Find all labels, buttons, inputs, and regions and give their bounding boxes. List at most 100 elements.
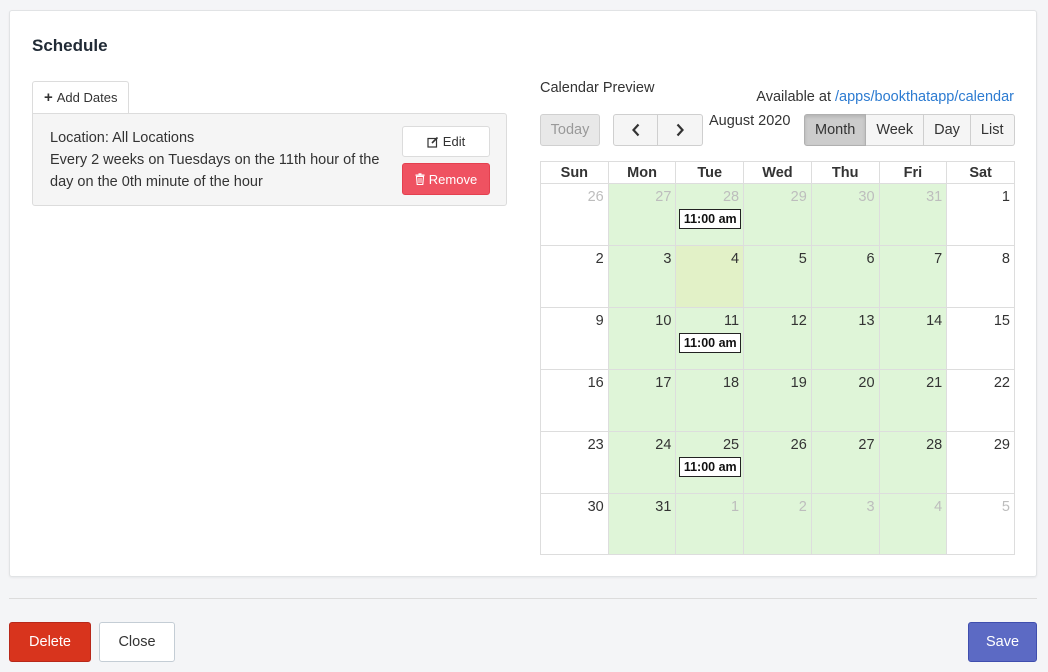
view-list-button[interactable]: List	[970, 114, 1015, 146]
calendar-day[interactable]: 10	[607, 307, 677, 370]
calendar-day[interactable]: 6	[810, 245, 880, 308]
calendar-day[interactable]: 15	[946, 307, 1015, 370]
day-number: 30	[587, 499, 604, 515]
add-dates-button[interactable]: + Add Dates	[32, 81, 130, 113]
add-dates-label: Add Dates	[56, 90, 118, 105]
calendar-day[interactable]: 21	[878, 369, 948, 432]
calendar-day[interactable]: 2	[540, 245, 609, 308]
calendar-day[interactable]: 11 11:00 am	[675, 307, 745, 370]
remove-label: Remove	[428, 171, 478, 187]
calendar-day[interactable]: 20	[810, 369, 880, 432]
calendar-day[interactable]: 14	[878, 307, 948, 370]
edit-button[interactable]: Edit	[402, 126, 490, 157]
rule-location: Location: All Locations	[50, 130, 195, 146]
calendar-day[interactable]: 9	[540, 307, 609, 370]
save-button[interactable]: Save	[968, 622, 1037, 662]
calendar-day[interactable]: 13	[810, 307, 880, 370]
calendar-day[interactable]: 29	[946, 431, 1015, 494]
day-number: 3	[663, 251, 672, 267]
calendar-day[interactable]: 30	[540, 493, 609, 555]
calendar-day[interactable]: 19	[743, 369, 812, 432]
day-number: 23	[587, 437, 604, 453]
day-number: 15	[993, 313, 1010, 329]
trash-icon	[415, 173, 425, 185]
calendar-day[interactable]: 4	[675, 245, 745, 308]
chevron-left-icon	[631, 123, 639, 137]
view-day-button[interactable]: Day	[924, 114, 971, 146]
calendar-day[interactable]: 16	[540, 369, 609, 432]
weekday-thu: Thu	[810, 161, 880, 184]
calendar-day[interactable]: 28 11:00 am	[675, 183, 745, 246]
calendar-week: 23 24 25 11:00 am 26 27 28 29	[540, 431, 1015, 494]
calendar-day[interactable]: 3	[607, 245, 677, 308]
remove-button[interactable]: Remove	[402, 163, 490, 195]
day-number: 26	[587, 189, 604, 205]
calendar-day[interactable]: 8	[946, 245, 1015, 308]
edit-label: Edit	[442, 134, 466, 149]
day-number: 26	[790, 437, 807, 453]
calendar-day[interactable]: 25 11:00 am	[675, 431, 745, 494]
calendar-day[interactable]: 12	[743, 307, 812, 370]
calendar-week: 26 27 28 11:00 am 29 30 31 1	[540, 183, 1015, 246]
calendar-day[interactable]: 23	[540, 431, 609, 494]
day-number: 27	[655, 189, 672, 205]
calendar-day[interactable]: 30	[810, 183, 880, 246]
calendar-day[interactable]: 24	[607, 431, 677, 494]
calendar-day[interactable]: 7	[878, 245, 948, 308]
calendar-day[interactable]: 22	[946, 369, 1015, 432]
prev-month-button[interactable]	[613, 114, 658, 146]
calendar-event[interactable]: 11:00 am	[679, 209, 742, 229]
available-prefix: Available at	[756, 89, 836, 105]
view-month-button[interactable]: Month	[804, 114, 867, 146]
calendar-day[interactable]: 27	[810, 431, 880, 494]
day-number: 6	[866, 251, 875, 267]
calendar-day[interactable]: 28	[878, 431, 948, 494]
calendar-day[interactable]: 1	[675, 493, 745, 555]
calendar-day[interactable]: 4	[878, 493, 948, 555]
calendar-grid: Sun Mon Tue Wed Thu Fri Sat 26 27 28 11:00 am 29 30…	[540, 161, 1015, 555]
calendar-day[interactable]: 26	[743, 431, 812, 494]
calendar-day[interactable]: 5	[743, 245, 812, 308]
calendar-event[interactable]: 11:00 am	[679, 333, 742, 353]
delete-button[interactable]: Delete	[9, 622, 91, 662]
calendar-day[interactable]: 17	[607, 369, 677, 432]
day-number: 28	[926, 437, 943, 453]
calendar-day[interactable]: 2	[743, 493, 812, 555]
chevron-right-icon	[676, 123, 684, 137]
day-number: 14	[926, 313, 943, 329]
calendar-link[interactable]: /apps/bookthatapp/calendar	[835, 89, 1014, 105]
day-number: 3	[866, 499, 875, 515]
calendar-day[interactable]: 29	[743, 183, 812, 246]
day-number: 30	[858, 189, 875, 205]
calendar-day[interactable]: 27	[607, 183, 677, 246]
day-number: 4	[731, 251, 740, 267]
day-number: 8	[1001, 251, 1010, 267]
day-number: 22	[993, 375, 1010, 391]
day-number: 9	[595, 313, 604, 329]
calendar-day[interactable]: 5	[946, 493, 1015, 555]
calendar-day[interactable]: 31	[878, 183, 948, 246]
calendar-week: 2 3 4 5 6 7 8	[540, 245, 1015, 308]
day-number: 19	[790, 375, 807, 391]
next-month-button[interactable]	[658, 114, 703, 146]
weekday-tue: Tue	[675, 161, 745, 184]
calendar-day[interactable]: 3	[810, 493, 880, 555]
day-number: 31	[655, 499, 672, 515]
day-number: 2	[595, 251, 604, 267]
day-number: 29	[790, 189, 807, 205]
day-number: 27	[858, 437, 875, 453]
calendar-day[interactable]: 1	[946, 183, 1015, 246]
weekday-sun: Sun	[540, 161, 609, 184]
calendar-day[interactable]: 26	[540, 183, 609, 246]
day-number: 25	[722, 437, 740, 453]
calendar-week: 16 17 18 19 20 21 22	[540, 369, 1015, 432]
today-button[interactable]: Today	[540, 114, 600, 146]
calendar-preview-label: Calendar Preview	[540, 80, 655, 96]
calendar-day[interactable]: 31	[607, 493, 677, 555]
day-number: 10	[655, 313, 672, 329]
calendar-event[interactable]: 11:00 am	[679, 457, 742, 477]
view-week-button[interactable]: Week	[866, 114, 925, 146]
close-button[interactable]: Close	[99, 622, 175, 662]
calendar-day[interactable]: 18	[675, 369, 745, 432]
weekday-sat: Sat	[946, 161, 1015, 184]
